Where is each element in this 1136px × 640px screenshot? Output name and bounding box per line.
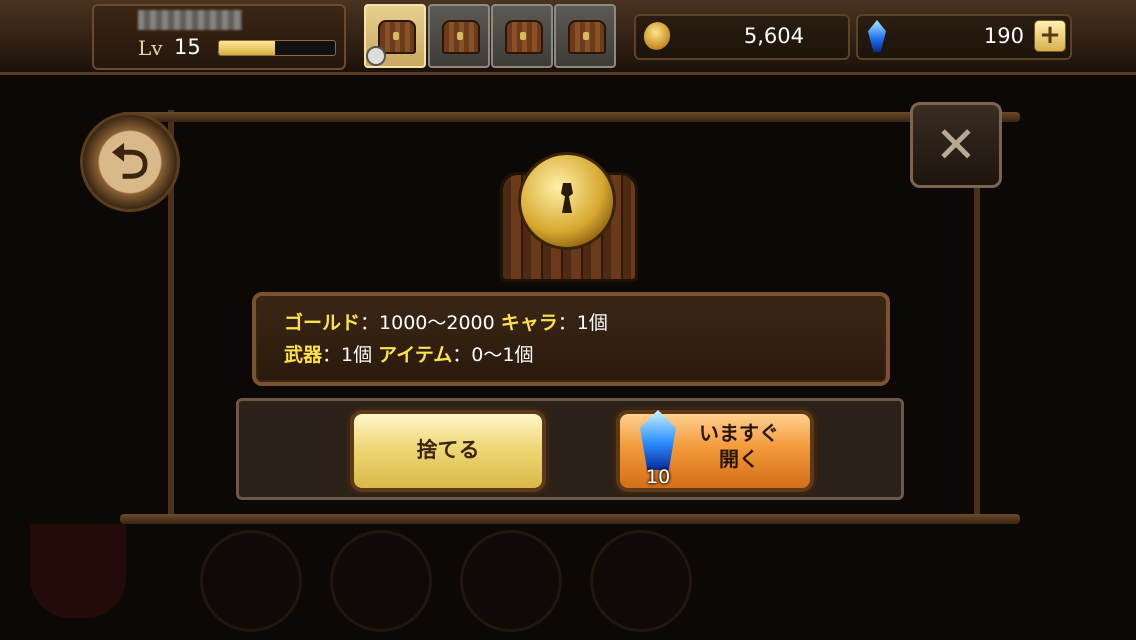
contents-line-2: 武器：1個 アイテム：0〜1個 bbox=[284, 340, 533, 367]
gold-lock-medallion bbox=[518, 152, 616, 250]
experience-bar-fill bbox=[219, 41, 275, 55]
chest-contents-info: ゴールド：1000〜2000 キャラ：1個 武器：1個 アイテム：0〜1個 bbox=[252, 292, 890, 386]
background-menu-icon bbox=[330, 530, 432, 632]
chest-slot-1[interactable] bbox=[364, 4, 426, 68]
close-icon: ✕ bbox=[935, 116, 977, 174]
experience-bar bbox=[218, 40, 336, 56]
gold-counter: 5,604 bbox=[634, 14, 850, 60]
contents-line-1: ゴールド：1000〜2000 キャラ：1個 bbox=[284, 308, 608, 335]
weapon-count: ：1個 bbox=[322, 344, 373, 366]
level-label: Lv bbox=[138, 36, 163, 60]
background-menu-icon bbox=[590, 530, 692, 632]
gem-amount: 190 bbox=[983, 24, 1024, 48]
keyhole-icon bbox=[561, 183, 573, 213]
background-shield-icon bbox=[30, 524, 126, 618]
gold-range: ：1000〜2000 bbox=[360, 312, 495, 334]
chest-slot-3[interactable] bbox=[491, 4, 553, 68]
player-info-panel[interactable]: Lv 15 bbox=[92, 4, 346, 70]
treasure-chest-icon bbox=[505, 20, 543, 54]
treasure-chest-icon bbox=[568, 20, 606, 54]
dialog-frame-bottom bbox=[120, 514, 1020, 524]
open-cost: 10 bbox=[646, 466, 671, 488]
chest-slot-4[interactable] bbox=[554, 4, 616, 68]
weapon-label: 武器 bbox=[284, 344, 323, 366]
chest-slot-2[interactable] bbox=[428, 4, 490, 68]
return-arrow-icon: ⮌ bbox=[110, 134, 150, 190]
open-now-label-line1: いますぐ bbox=[699, 421, 779, 445]
locked-treasure-chest-icon bbox=[496, 152, 638, 282]
open-now-label-line2: 開く bbox=[719, 447, 759, 471]
player-name-obscured bbox=[138, 10, 242, 30]
close-button[interactable]: ✕ bbox=[910, 102, 1002, 188]
item-label: アイテム bbox=[378, 344, 453, 366]
player-level: 15 bbox=[174, 35, 201, 59]
character-label: キャラ bbox=[500, 312, 558, 334]
blue-gem-icon bbox=[868, 20, 886, 52]
back-button[interactable]: ⮌ bbox=[80, 112, 180, 212]
dialog-frame-top bbox=[120, 112, 1020, 122]
gem-counter: 190 + bbox=[856, 14, 1072, 60]
background-menu-icon bbox=[460, 530, 562, 632]
gold-amount: 5,604 bbox=[743, 24, 804, 48]
treasure-chest-icon bbox=[442, 20, 480, 54]
gold-label: ゴールド bbox=[284, 312, 361, 334]
timer-icon bbox=[366, 46, 386, 66]
background-menu-icon bbox=[200, 530, 302, 632]
top-status-bar: Lv 15 5,604 190 + bbox=[0, 0, 1136, 75]
open-now-label: いますぐ 開く bbox=[672, 420, 806, 472]
discard-button[interactable]: 捨てる bbox=[350, 410, 546, 492]
item-range: ：0〜1個 bbox=[452, 344, 534, 366]
add-gems-button[interactable]: + bbox=[1034, 20, 1066, 52]
character-count: ：1個 bbox=[557, 312, 608, 334]
gold-coin-icon bbox=[639, 18, 675, 54]
